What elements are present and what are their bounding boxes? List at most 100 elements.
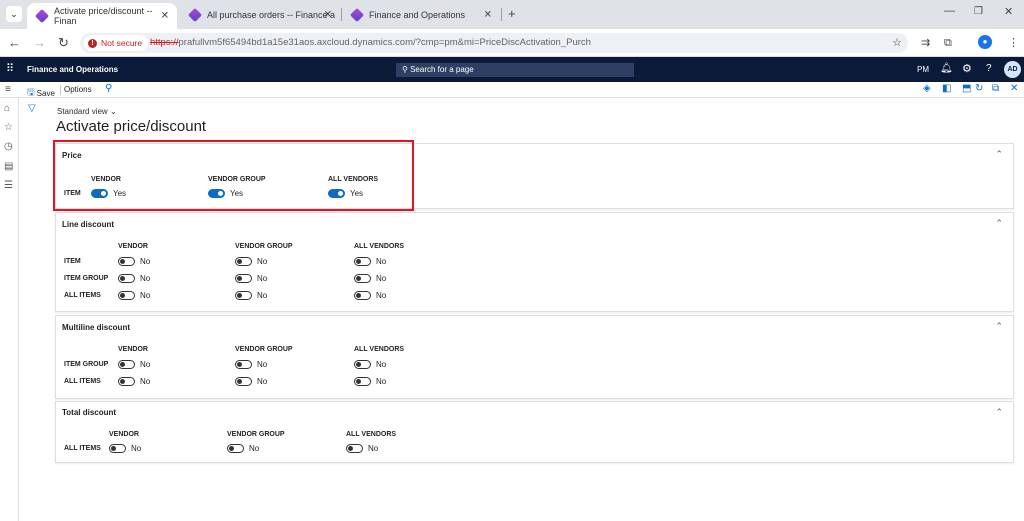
restore-icon[interactable]: ❐ (974, 6, 983, 17)
toggle-switch[interactable]: No (354, 291, 386, 300)
toggle-switch[interactable]: No (354, 274, 386, 283)
toggle-switch[interactable]: No (346, 444, 378, 453)
collapse-chevron-icon[interactable]: ⌃ (995, 218, 1003, 229)
minimize-icon[interactable]: — (944, 5, 955, 17)
toggle-switch[interactable]: Yes (208, 189, 243, 198)
toggle-switch[interactable]: No (235, 360, 267, 369)
toggle-track[interactable] (235, 274, 252, 283)
notification-bell-icon[interactable]: 🔔︎ (940, 63, 953, 74)
collapse-chevron-icon[interactable]: ⌃ (995, 407, 1003, 418)
help-icon[interactable]: ? (986, 63, 992, 74)
toggle-switch[interactable]: No (354, 377, 386, 386)
toggle-track[interactable] (354, 360, 371, 369)
modules-list-icon[interactable]: ☰ (4, 181, 13, 191)
toggle-switch[interactable]: No (118, 257, 150, 266)
app-name[interactable]: Finance and Operations (27, 65, 118, 74)
filter-icon[interactable]: ▽ (28, 103, 36, 114)
toggle-switch[interactable]: No (235, 274, 267, 283)
section-header[interactable]: Multiline discount (62, 323, 130, 332)
toggle-switch[interactable]: No (235, 291, 267, 300)
browser-tab-purchase-orders[interactable]: All purchase orders -- Finance a ✕ (180, 4, 340, 25)
toggle-switch[interactable]: No (118, 291, 150, 300)
toggle-switch[interactable]: No (235, 257, 267, 266)
forward-icon[interactable]: → (33, 36, 46, 50)
open-new-window-icon[interactable]: ⧉ (992, 83, 999, 94)
toggle-track[interactable] (118, 257, 135, 266)
toggle-track[interactable] (208, 189, 225, 198)
section-header[interactable]: Total discount (62, 408, 116, 417)
reload-icon[interactable]: ↻ (58, 36, 69, 50)
toggle-track[interactable] (235, 291, 252, 300)
new-tab-icon[interactable]: + (508, 6, 516, 21)
toggle-track[interactable] (118, 274, 135, 283)
toggle-track[interactable] (118, 377, 135, 386)
refresh-icon[interactable]: ↻ (975, 83, 983, 94)
browser-tab-finance-ops[interactable]: Finance and Operations ✕ (342, 4, 500, 25)
toggle-track[interactable] (354, 274, 371, 283)
toggle-knob (101, 191, 106, 196)
search-input[interactable]: ⚲ Search for a page (396, 63, 634, 77)
toggle-track[interactable] (328, 189, 345, 198)
bookmark-star-icon[interactable]: ☆ (892, 36, 902, 49)
close-page-icon[interactable]: ✕ (1010, 83, 1018, 94)
omnibox[interactable]: ! Not secure https://prafullvm5f65494bd1… (80, 33, 908, 53)
recent-clock-icon[interactable]: ◷ (4, 142, 13, 152)
toggle-switch[interactable]: Yes (328, 189, 363, 198)
hamburger-menu-icon[interactable]: ≡ (5, 84, 11, 95)
toggle-track[interactable] (235, 377, 252, 386)
toggle-switch[interactable]: No (118, 360, 150, 369)
back-icon[interactable]: ← (8, 36, 21, 50)
media-icon[interactable]: ⇉ (921, 36, 930, 50)
close-tab-icon[interactable]: ✕ (484, 9, 492, 20)
tab-search-icon[interactable]: ⌄ (6, 6, 22, 22)
save-button[interactable]: 🖫 Save (27, 85, 55, 101)
app-launcher-icon[interactable]: ⠿ (6, 62, 14, 75)
favorites-star-icon[interactable]: ☆ (4, 123, 13, 133)
toggle-switch[interactable]: No (227, 444, 259, 453)
options-tab[interactable]: Options (64, 85, 92, 94)
toggle-track[interactable] (118, 291, 135, 300)
toggle-track[interactable] (354, 377, 371, 386)
toggle-track[interactable] (109, 444, 126, 453)
close-tab-icon[interactable]: ✕ (324, 9, 332, 20)
collapse-chevron-icon[interactable]: ⌃ (995, 149, 1003, 160)
attachment-badge-icon[interactable]: ⬒ (962, 83, 971, 94)
toggle-switch[interactable]: No (354, 257, 386, 266)
toggle-track[interactable] (235, 360, 252, 369)
extensions-icon[interactable]: ⧉ (944, 36, 952, 50)
company-picker[interactable]: PM (917, 65, 929, 74)
section-header[interactable]: Line discount (62, 220, 114, 229)
toggle-switch[interactable]: No (118, 274, 150, 283)
browser-tab-activate-price[interactable]: Activate price/discount -- Finan ✕ (27, 3, 177, 29)
diamond-icon[interactable]: ◈ (923, 83, 931, 94)
toggle-track[interactable] (118, 360, 135, 369)
chevron-down-icon: ⌄ (109, 107, 117, 116)
toggle-knob (237, 276, 242, 281)
toggle-switch[interactable]: No (118, 377, 150, 386)
workspaces-icon[interactable]: ▤ (4, 162, 13, 172)
close-tab-icon[interactable]: ✕ (161, 11, 169, 22)
toggle-track[interactable] (346, 444, 363, 453)
toggle-switch[interactable]: No (354, 360, 386, 369)
avatar[interactable]: AD (1004, 61, 1021, 78)
browser-menu-icon[interactable]: ⋮ (1008, 36, 1019, 50)
toggle-track[interactable] (354, 257, 371, 266)
view-selector[interactable]: Standard view ⌄ (57, 107, 117, 116)
url-text[interactable]: https://prafullvm5f65494bd1a15e31aos.axc… (150, 37, 591, 48)
window-close-icon[interactable]: ✕ (1004, 5, 1013, 18)
toggle-track[interactable] (91, 189, 108, 198)
toggle-switch[interactable]: Yes (91, 189, 126, 198)
toggle-track[interactable] (235, 257, 252, 266)
toggle-track[interactable] (227, 444, 244, 453)
action-search-icon[interactable]: ⚲ (105, 83, 112, 94)
office-icon[interactable]: ◧ (942, 83, 951, 94)
section-header[interactable]: Price (62, 151, 82, 160)
toggle-switch[interactable]: No (109, 444, 141, 453)
profile-icon[interactable]: ● (978, 35, 992, 49)
not-secure-badge[interactable]: ! Not secure (84, 35, 149, 51)
home-icon[interactable]: ⌂ (4, 104, 10, 114)
toggle-track[interactable] (354, 291, 371, 300)
settings-gear-icon[interactable]: ⚙ (962, 62, 972, 75)
toggle-switch[interactable]: No (235, 377, 267, 386)
collapse-chevron-icon[interactable]: ⌃ (995, 321, 1003, 332)
